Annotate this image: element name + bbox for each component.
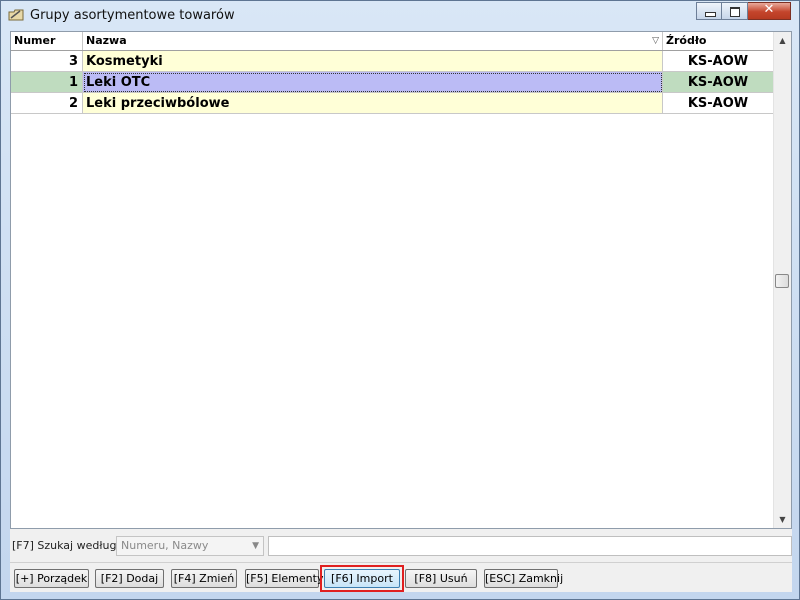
caption-buttons: ✕ (696, 2, 791, 21)
minimize-button[interactable] (696, 2, 722, 20)
cell-zrodlo: KS-AOW (663, 93, 774, 114)
column-header-numer[interactable]: Numer (11, 32, 83, 50)
add-button[interactable]: [F2] Dodaj (95, 569, 164, 588)
column-header-nazwa[interactable]: Nazwa ▽ (83, 32, 663, 50)
cell-nazwa: Kosmetyki (83, 51, 663, 72)
cell-numer: 2 (11, 93, 83, 114)
column-header-label: Nazwa (86, 34, 127, 47)
elements-button[interactable]: [F5] Elementy (245, 569, 323, 588)
button-bar: [+] Porządek [F2] Dodaj [F4] Zmień [F5] … (10, 562, 792, 593)
sort-indicator-icon: ▽ (652, 36, 659, 46)
cell-nazwa: Leki przeciwbólowe (83, 93, 663, 114)
search-by-value: Numeru, Nazwy (121, 539, 209, 552)
data-grid[interactable]: Numer Nazwa ▽ Źródło 3 Kosmetyki KS-AOW … (10, 31, 792, 529)
chevron-down-icon: ▼ (252, 541, 259, 551)
search-bar: [F7] Szukaj według: Numeru, Nazwy ▼ (10, 535, 792, 557)
search-label: [F7] Szukaj według: (12, 539, 121, 552)
scroll-down-icon[interactable]: ▼ (774, 511, 791, 528)
cell-zrodlo: KS-AOW (663, 51, 774, 72)
cell-numer: 3 (11, 51, 83, 72)
import-button[interactable]: [F6] Import (324, 569, 400, 588)
close-button[interactable]: [ESC] Zamknij (484, 569, 563, 588)
table-row[interactable]: 2 Leki przeciwbólowe KS-AOW (11, 93, 774, 114)
search-input[interactable] (268, 536, 792, 556)
folder-edit-icon (8, 9, 24, 21)
minimize-icon (705, 12, 716, 17)
cell-numer: 1 (11, 72, 83, 93)
maximize-icon (730, 7, 740, 17)
dialog-client-area: Numer Nazwa ▽ Źródło 3 Kosmetyki KS-AOW … (10, 31, 792, 592)
dialog-window: Grupy asortymentowe towarów ✕ Numer Nazw… (0, 0, 800, 600)
scroll-up-icon[interactable]: ▲ (774, 32, 791, 49)
delete-button[interactable]: [F8] Usuń (405, 569, 477, 588)
window-title: Grupy asortymentowe towarów (30, 8, 235, 23)
cell-nazwa: Leki OTC (83, 72, 663, 93)
cell-zrodlo: KS-AOW (663, 72, 774, 93)
maximize-button[interactable] (722, 2, 748, 20)
search-by-select[interactable]: Numeru, Nazwy ▼ (116, 536, 264, 556)
grid-header: Numer Nazwa ▽ Źródło (11, 32, 774, 51)
table-row-selected[interactable]: 1 Leki OTC KS-AOW (11, 72, 774, 93)
order-button[interactable]: [+] Porządek (14, 569, 89, 588)
close-icon: ✕ (763, 2, 775, 17)
vertical-scrollbar[interactable]: ▲ ▼ (773, 32, 791, 528)
close-window-button[interactable]: ✕ (748, 2, 791, 20)
scrollbar-thumb[interactable] (775, 274, 789, 288)
edit-button[interactable]: [F4] Zmień (171, 569, 237, 588)
column-header-zrodlo[interactable]: Źródło (663, 32, 774, 50)
table-row[interactable]: 3 Kosmetyki KS-AOW (11, 51, 774, 72)
title-bar[interactable]: Grupy asortymentowe towarów ✕ (1, 1, 799, 29)
